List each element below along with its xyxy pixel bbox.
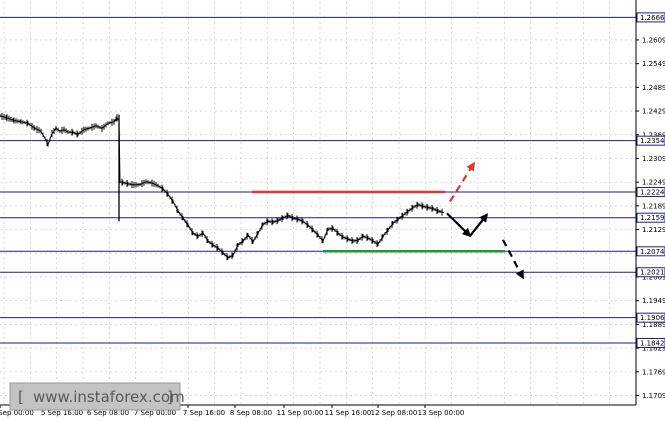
y-tick-label: 1.2549	[642, 60, 665, 68]
y-tick-label: 1.2609	[642, 36, 665, 44]
y-tick-label: 1.2309	[642, 155, 665, 163]
level-tag-label: 1.2666	[640, 14, 665, 22]
level-tag-label: 1.2021	[640, 269, 665, 277]
level-tag-label: 1.1906	[640, 314, 665, 322]
x-tick-label: 11 Sep 00:00	[277, 409, 324, 417]
x-tick-label: 8 Sep 08:00	[230, 409, 272, 417]
watermark-close-bracket: ]	[167, 388, 173, 406]
y-tick-label: 1.2429	[642, 108, 665, 116]
watermark-text: www.instaforex.com	[33, 388, 185, 406]
level-tag-label: 1.2224	[640, 189, 665, 197]
level-tag-label: 1.2354	[640, 137, 665, 145]
x-tick-label: 12 Sep 08:00	[371, 409, 418, 417]
watermark: [ www.instaforex.com ]	[9, 382, 185, 411]
x-tick-label: 11 Sep 16:00	[325, 409, 372, 417]
x-tick-label: 13 Sep 00:00	[418, 409, 465, 417]
x-tick-label: 7 Sep 16:00	[183, 409, 225, 417]
y-tick-label: 1.2489	[642, 84, 665, 92]
level-tag-label: 1.2074	[640, 248, 665, 256]
y-tick-label: 1.2189	[642, 202, 665, 210]
watermark-open-bracket: [	[18, 388, 24, 406]
y-tick-label: 1.1949	[642, 297, 665, 305]
chart-background	[0, 0, 665, 421]
y-tick-label: 1.1709	[642, 392, 665, 400]
level-tag-label: 1.1842	[640, 339, 665, 347]
y-tick-label: 1.2249	[642, 179, 665, 187]
y-tick-label: 1.2129	[642, 226, 665, 234]
level-tag-label: 1.2159	[640, 214, 665, 222]
y-tick-label: 1.1769	[642, 368, 665, 376]
price-chart: 1.26661.26091.25491.24891.24291.23691.23…	[0, 0, 665, 421]
